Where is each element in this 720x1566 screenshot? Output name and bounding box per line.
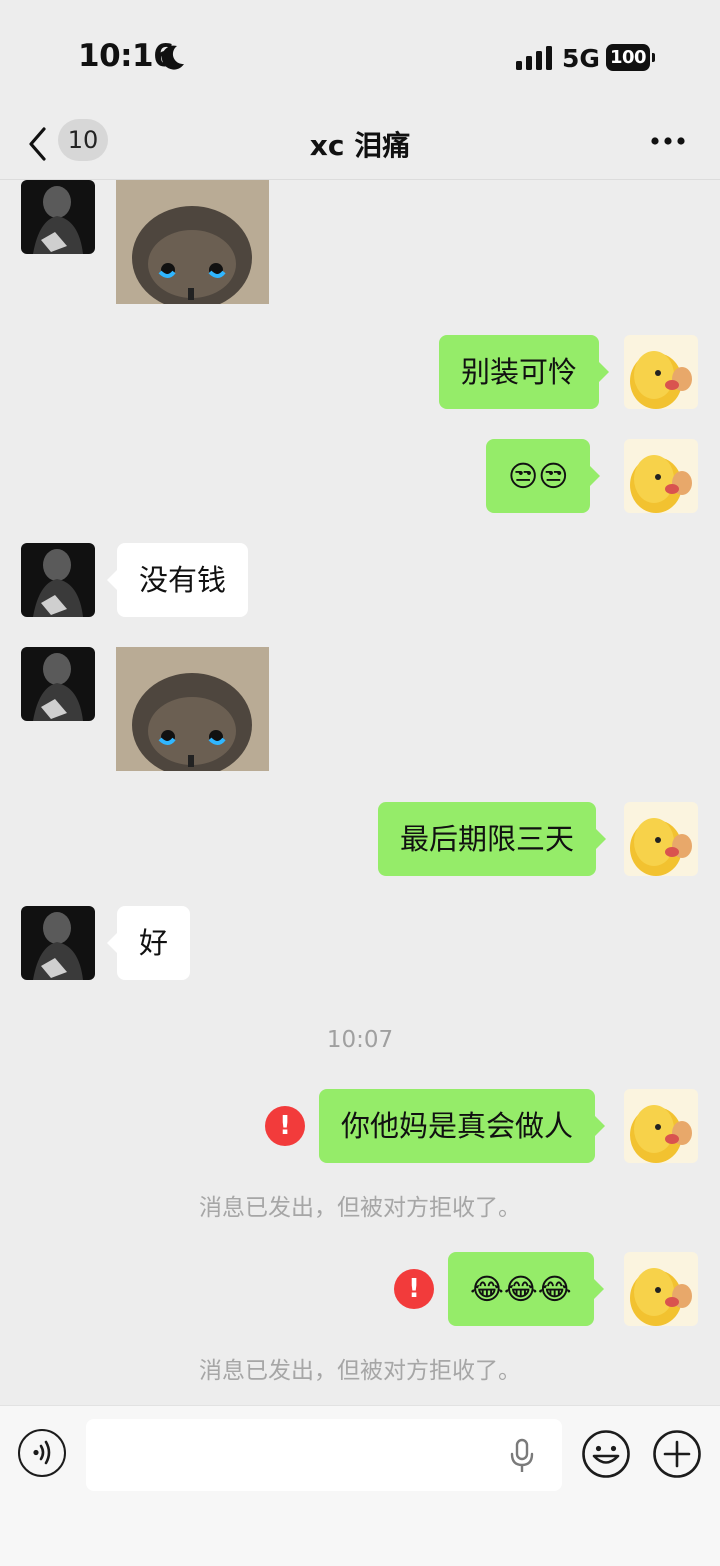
chat-title: xc 泪痛: [309, 129, 411, 162]
input-bar: [0, 1405, 720, 1566]
outgoing-message[interactable]: 最后期限三天: [378, 802, 607, 876]
outgoing-message[interactable]: 😒😒: [486, 439, 601, 513]
send-failed-icon[interactable]: !: [394, 1269, 434, 1309]
message-list[interactable]: 别装可怜 😒😒 没有钱 最后期限三天 好 10:07 ! 你他妈是真会做人 消息…: [0, 180, 720, 1405]
moon-icon: [161, 45, 184, 70]
outgoing-message[interactable]: 别装可怜: [439, 335, 610, 409]
rejected-notice: 消息已发出，但被对方拒收了。: [199, 1195, 521, 1221]
voice-icon: [33, 1440, 51, 1465]
network-label: 5G: [562, 44, 600, 73]
my-avatar[interactable]: [624, 1252, 698, 1326]
my-avatar[interactable]: [624, 335, 698, 409]
unread-count-badge[interactable]: 10: [58, 119, 108, 161]
battery-level: 100: [606, 44, 650, 71]
send-failed-icon[interactable]: !: [265, 1106, 305, 1146]
crying-cat-sticker[interactable]: [116, 647, 269, 771]
outgoing-message[interactable]: 😂😂😂: [448, 1252, 604, 1326]
outgoing-message[interactable]: 你他妈是真会做人: [319, 1089, 606, 1163]
message-timestamp: 10:07: [326, 1027, 394, 1053]
back-chevron-icon[interactable]: [26, 126, 50, 162]
message-input[interactable]: [86, 1419, 562, 1491]
crying-cat-sticker[interactable]: [116, 180, 269, 304]
signal-icon: [516, 46, 552, 70]
my-avatar[interactable]: [624, 802, 698, 876]
battery-icon: 100: [606, 44, 655, 71]
contact-avatar[interactable]: [21, 543, 95, 617]
microphone-icon[interactable]: [508, 1438, 536, 1474]
contact-avatar[interactable]: [21, 647, 95, 721]
my-avatar[interactable]: [624, 439, 698, 513]
emoji-icon[interactable]: [581, 1429, 631, 1479]
status-bar: 10:16 5G 100: [0, 0, 720, 110]
incoming-message[interactable]: 好: [106, 906, 191, 980]
incoming-message[interactable]: 没有钱: [106, 543, 249, 617]
voice-toggle-button[interactable]: [18, 1429, 66, 1477]
contact-avatar[interactable]: [21, 906, 95, 980]
nav-bar: 10 xc 泪痛: [0, 110, 720, 180]
rejected-notice: 消息已发出，但被对方拒收了。: [199, 1358, 521, 1384]
my-avatar[interactable]: [624, 1089, 698, 1163]
more-icon[interactable]: [650, 136, 686, 146]
contact-avatar[interactable]: [21, 180, 95, 254]
plus-icon[interactable]: [652, 1429, 702, 1479]
